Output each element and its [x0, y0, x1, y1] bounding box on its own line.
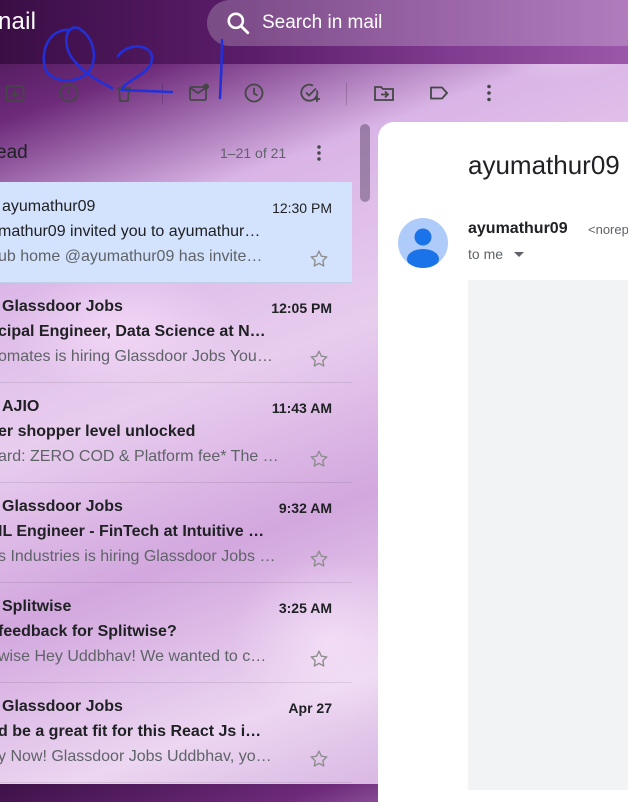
label-icon[interactable]: [427, 81, 451, 105]
email-snippet: omates is hiring Glassdoor Jobs You…: [0, 348, 273, 365]
more-vert-icon[interactable]: [308, 142, 330, 164]
toolbar-divider: [346, 83, 347, 105]
scrollbar-thumb[interactable]: [360, 124, 370, 202]
list-item[interactable]: Glassdoor Jobs Apr 27 d be a great fit for…: [0, 682, 352, 783]
report-spam-icon[interactable]: [57, 81, 81, 105]
email-snippet: ub home @ayumathur09 has invite…: [0, 248, 263, 265]
recipient-details[interactable]: to me: [468, 246, 503, 262]
more-vert-icon[interactable]: [477, 81, 501, 105]
avatar[interactable]: [398, 218, 448, 268]
chevron-down-icon[interactable]: [514, 252, 524, 257]
move-to-icon[interactable]: [372, 81, 396, 105]
star-icon[interactable]: [308, 648, 330, 670]
email-subject-preview: d be a great fit for this React Js i…: [0, 723, 262, 740]
app-title[interactable]: nail: [0, 8, 36, 36]
list-item[interactable]: ayumathur09 12:30 PM mathur09 invited you …: [0, 182, 352, 283]
email-subject-preview: er shopper level unlocked: [0, 423, 196, 440]
email-sender: Glassdoor Jobs: [2, 698, 123, 715]
email-time: 9:32 AM: [278, 500, 332, 516]
star-icon[interactable]: [308, 348, 330, 370]
email-snippet: y Now! Glassdoor Jobs Uddbhav, yo…: [0, 748, 272, 765]
pagination-count[interactable]: 1–21 of 21: [220, 145, 286, 161]
email-time: 12:05 PM: [271, 300, 332, 316]
search-icon[interactable]: [225, 10, 251, 36]
scrollbar[interactable]: [358, 122, 372, 784]
email-body: [468, 280, 628, 790]
sender-name[interactable]: ayumathur09: [468, 220, 568, 238]
email-subject-preview: feedback for Splitwise?: [0, 623, 177, 640]
email-time: Apr 27: [288, 700, 332, 716]
email-snippet: wise Hey Uddbhav! We wanted to c…: [0, 648, 267, 665]
email-subject-preview: mathur09 invited you to ayumathur…: [0, 223, 261, 240]
list-item[interactable]: Glassdoor Jobs 12:05 PM cipal Engineer, Da…: [0, 282, 352, 383]
star-icon[interactable]: [308, 448, 330, 470]
list-item[interactable]: Splitwise 3:25 AM feedback for Splitwise? w…: [0, 582, 352, 683]
email-subject-preview: cipal Engineer, Data Science at N…: [0, 323, 266, 340]
email-sender: Glassdoor Jobs: [2, 498, 123, 515]
archive-icon[interactable]: [3, 81, 27, 105]
delete-icon[interactable]: [112, 81, 136, 105]
email-time: 11:43 AM: [271, 400, 332, 416]
email-sender: Glassdoor Jobs: [2, 298, 123, 315]
mark-unread-icon[interactable]: [187, 81, 211, 105]
star-icon[interactable]: [308, 748, 330, 770]
email-sender: Splitwise: [2, 598, 72, 615]
list-item[interactable]: Glassdoor Jobs 9:32 AM IL Engineer - FinTe…: [0, 482, 352, 583]
email-snippet: s Industries is hiring Glassdoor Jobs …: [0, 548, 276, 565]
email-sender: ayumathur09: [2, 198, 96, 215]
toolbar-divider: [162, 83, 163, 105]
list-item[interactable]: AJIO 11:43 AM er shopper level unlocked ard…: [0, 382, 352, 483]
list-label: ead: [0, 142, 28, 163]
email-snippet: ard: ZERO COD & Platform fee* The …: [0, 448, 279, 465]
sender-address: <norep: [588, 222, 628, 237]
email-subject: ayumathur09: [468, 150, 620, 180]
email-time: 12:30 PM: [272, 200, 332, 216]
search-bar[interactable]: Search in mail: [207, 0, 628, 46]
star-icon[interactable]: [308, 548, 330, 570]
list-header: ead 1–21 of 21: [0, 124, 352, 180]
snooze-icon[interactable]: [242, 81, 266, 105]
add-to-tasks-icon[interactable]: [298, 81, 322, 105]
email-time: 3:25 AM: [278, 600, 332, 616]
search-placeholder[interactable]: Search in mail: [262, 12, 382, 34]
star-icon[interactable]: [308, 248, 330, 270]
email-subject-preview: IL Engineer - FinTech at Intuitive …: [0, 523, 265, 540]
email-sender: AJIO: [2, 398, 40, 415]
